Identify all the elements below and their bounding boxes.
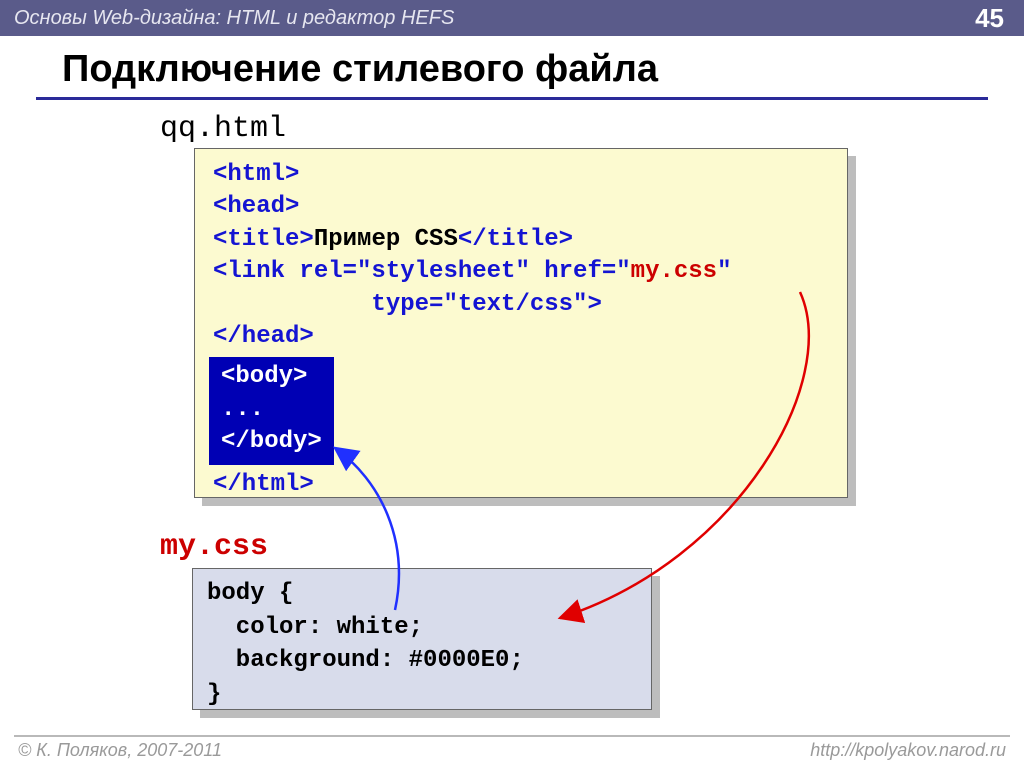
code-red: my.css — [631, 258, 717, 285]
code-line: </html> — [213, 471, 314, 498]
code-body-line: <body> — [221, 361, 322, 393]
code-body-line: </body> — [221, 426, 322, 458]
header-bar: Основы Web-дизайна: HTML и редактор HEFS… — [0, 0, 1024, 36]
body-highlight: <body> ... </body> — [209, 357, 334, 464]
code-text: Пример CSS — [314, 226, 458, 253]
code-body-line: ... — [221, 394, 322, 426]
footer: © К. Поляков, 2007-2011 http://kpolyakov… — [0, 740, 1024, 767]
copyright: © К. Поляков, 2007-2011 — [18, 740, 222, 761]
footer-url: http://kpolyakov.narod.ru — [810, 740, 1006, 761]
title-rule — [36, 97, 988, 100]
code-html: <html> <head> <title>Пример CSS</title> … — [194, 148, 848, 498]
code-css: body { color: white; background: #0000E0… — [192, 568, 652, 710]
filename-html: qq.html — [160, 112, 286, 146]
code-line: type="text/css"> — [213, 291, 602, 318]
page-number: 45 — [975, 3, 1004, 34]
footer-rule — [14, 735, 1010, 737]
code-line: " — [717, 258, 731, 285]
filename-css: my.css — [160, 530, 268, 564]
code-line: <link rel="stylesheet" href=" — [213, 258, 631, 285]
code-line: <head> — [213, 193, 299, 220]
code-line: <title> — [213, 226, 314, 253]
code-line: </head> — [213, 323, 314, 350]
slide: Основы Web-дизайна: HTML и редактор HEFS… — [0, 0, 1024, 767]
header-title: Основы Web-дизайна: HTML и редактор HEFS — [14, 7, 454, 30]
code-line: <html> — [213, 161, 299, 188]
slide-title: Подключение стилевого файла — [62, 48, 658, 91]
code-line: </title> — [458, 226, 573, 253]
